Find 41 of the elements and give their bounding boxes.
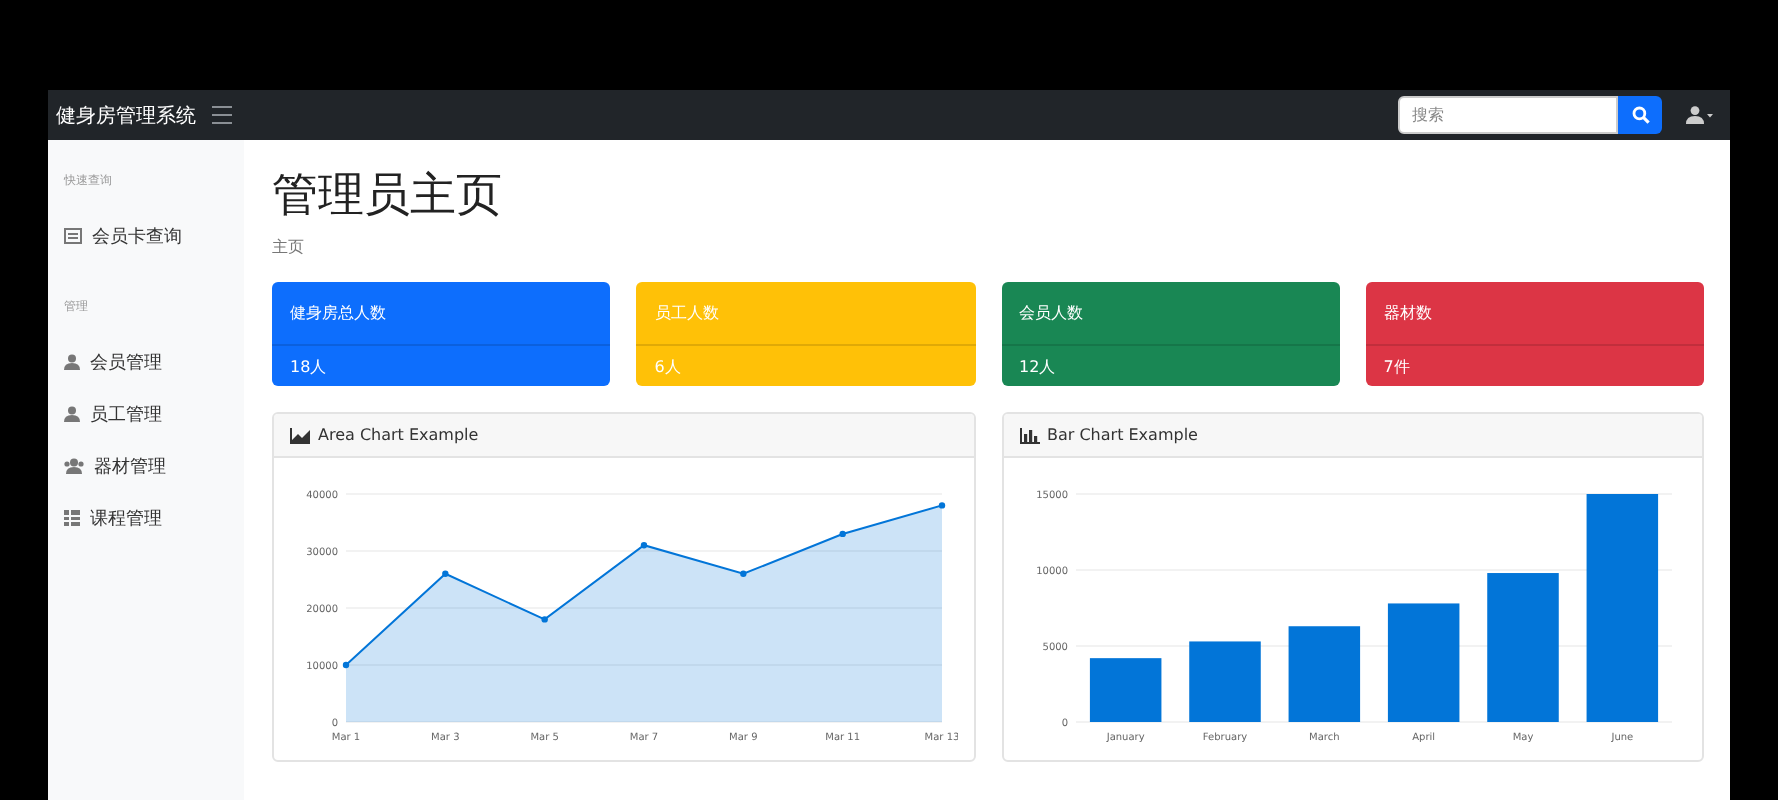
sidebar-item[interactable]: 器材管理	[64, 440, 244, 492]
search-field[interactable]: 搜索	[1398, 96, 1618, 134]
chart-bar	[1386, 603, 1459, 722]
stat-label: 器材数	[1381, 302, 1434, 326]
stat-value: 12人	[1001, 344, 1340, 386]
stat-value: 18人	[272, 344, 611, 386]
area-chart-icon	[290, 427, 310, 443]
stat-value: 6人	[636, 344, 975, 386]
chart-title: Bar Chart Example	[1047, 426, 1198, 444]
data-point	[342, 661, 350, 669]
data-point	[938, 502, 946, 509]
app-brand[interactable]: 健身房管理系统	[56, 101, 196, 129]
sidebar-item[interactable]: 会员管理	[64, 336, 244, 388]
menu-icon[interactable]	[212, 106, 232, 124]
stat-value: 7件	[1365, 344, 1704, 386]
user-menu-button[interactable]	[1686, 106, 1714, 124]
card-icon	[64, 228, 82, 244]
page-title: 管理员主页	[272, 168, 504, 226]
user-icon	[64, 406, 80, 422]
sidebar-item[interactable]: 会员卡查询	[64, 210, 244, 262]
search-icon	[1631, 106, 1649, 124]
sidebar-item[interactable]: 课程管理	[64, 492, 244, 544]
data-point	[640, 542, 648, 549]
chart-bar	[1088, 658, 1161, 722]
table-icon	[64, 510, 80, 526]
data-point	[740, 570, 747, 577]
stat-label: 员工人数	[652, 302, 721, 326]
chart-title: Area Chart Example	[318, 426, 479, 444]
sidebar-item[interactable]: 员工管理	[64, 388, 244, 440]
data-point	[839, 530, 846, 538]
chart-bar	[1287, 626, 1360, 722]
bar-chart-icon	[1019, 427, 1039, 443]
user-icon	[64, 354, 80, 370]
stat-label: 会员人数	[1017, 302, 1085, 326]
data-point	[541, 616, 548, 623]
data-point	[442, 570, 449, 577]
chart-bar	[1188, 641, 1260, 722]
search-button[interactable]	[1618, 96, 1662, 134]
users-icon	[64, 458, 84, 474]
breadcrumb: 主页	[272, 236, 306, 258]
stat-label: 健身房总人数	[288, 302, 388, 326]
